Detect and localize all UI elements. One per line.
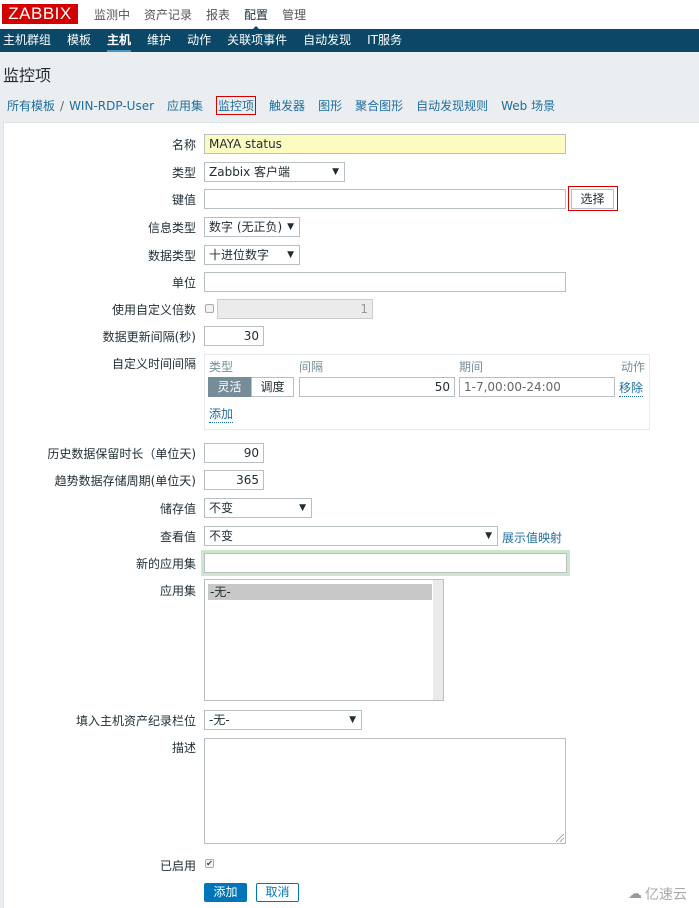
tab-screens[interactable]: 聚合图形	[355, 97, 403, 114]
custom-intervals-label: 自定义时间间隔	[111, 357, 196, 371]
header-action: 动作	[620, 360, 645, 374]
chevron-down-icon: ▼	[287, 222, 294, 232]
breadcrumb-separator: /	[60, 98, 65, 113]
applications-label: 应用集	[159, 584, 196, 598]
page-title: 监控项	[3, 66, 52, 85]
menu-monitoring[interactable]: 监测中	[94, 6, 130, 23]
show-value-value: 不变	[209, 529, 234, 543]
top-bar: ZABBIX 监测中 资产记录 报表 配置 管理	[0, 0, 699, 31]
show-value-label: 查看值	[159, 530, 196, 544]
type-scheduling-button[interactable]: 调度	[251, 377, 294, 397]
key-label: 键值	[171, 193, 196, 207]
inventory-field-label: 填入主机资产纪录栏位	[75, 714, 196, 728]
trends-input[interactable]: 365	[204, 470, 264, 490]
enabled-checkbox[interactable]: ✔	[205, 859, 214, 868]
history-label: 历史数据保留时长（单位天)	[47, 447, 196, 461]
interval-input[interactable]: 50	[299, 377, 455, 397]
add-button[interactable]: 添加	[204, 883, 247, 902]
new-application-label: 新的应用集	[135, 557, 196, 571]
info-type-label: 信息类型	[147, 221, 196, 235]
resize-grip-icon[interactable]	[556, 834, 564, 842]
add-interval-link[interactable]: 添加	[209, 405, 234, 423]
description-label: 描述	[171, 741, 196, 755]
data-type-value: 十进位数字	[209, 248, 270, 262]
name-input[interactable]: MAYA status	[204, 134, 566, 154]
description-textarea[interactable]	[204, 738, 566, 844]
type-flexible-button[interactable]: 灵活	[208, 377, 251, 397]
chevron-down-icon: ▼	[287, 250, 294, 260]
type-select-value: Zabbix 客户端	[209, 165, 291, 179]
inventory-field-select[interactable]: -无- ▼	[204, 710, 362, 730]
data-type-select[interactable]: 十进位数字 ▼	[204, 245, 300, 265]
chevron-down-icon: ▼	[332, 167, 339, 177]
subnav-correlation[interactable]: 关联项事件	[227, 29, 287, 52]
subnav-actions[interactable]: 动作	[187, 29, 211, 52]
subnav-discovery[interactable]: 自动发现	[303, 29, 351, 52]
main-menu: 监测中 资产记录 报表 配置 管理	[94, 6, 320, 31]
subnav-it-services[interactable]: IT服务	[367, 29, 402, 52]
tab-graphs[interactable]: 图形	[318, 97, 342, 114]
store-value-label: 储存值	[159, 502, 196, 516]
host-tabs: 所有模板 / WIN-RDP-User 应用集 监控项 触发器 图形 聚合图形 …	[7, 96, 568, 115]
name-label: 名称	[171, 138, 196, 152]
inventory-field-value: -无-	[209, 713, 230, 727]
type-label: 类型	[171, 166, 196, 180]
units-input[interactable]	[204, 272, 566, 292]
store-value-select[interactable]: 不变 ▼	[204, 498, 312, 518]
show-value-select[interactable]: 不变 ▼	[204, 526, 498, 546]
multiplier-input[interactable]: 1	[217, 299, 373, 319]
subnav-templates[interactable]: 模板	[67, 29, 91, 52]
breadcrumb-all-templates[interactable]: 所有模板	[7, 97, 55, 114]
key-input[interactable]	[204, 189, 566, 209]
type-select[interactable]: Zabbix 客户端 ▼	[204, 162, 345, 182]
multiplier-checkbox[interactable]	[205, 304, 214, 313]
zabbix-logo[interactable]: ZABBIX	[2, 4, 78, 24]
remove-interval-link[interactable]: 移除	[619, 379, 644, 397]
multiplier-label: 使用自定义倍数	[111, 303, 196, 317]
chevron-down-icon: ▼	[299, 503, 306, 513]
data-type-label: 数据类型	[147, 249, 196, 263]
application-option[interactable]: -无-	[208, 584, 432, 600]
applications-listbox[interactable]: -无-	[204, 579, 444, 701]
value-mapping-link[interactable]: 展示值映射	[502, 529, 562, 546]
trends-label: 趋势数据存储周期(单位天)	[54, 474, 196, 488]
enabled-label: 已启用	[159, 859, 196, 873]
custom-intervals-table: 类型 间隔 期间 动作 灵活 调度 50 1-7,00:00-24:00 移除 …	[204, 354, 650, 430]
update-interval-label: 数据更新间隔(秒)	[102, 330, 196, 344]
tab-applications[interactable]: 应用集	[167, 97, 203, 114]
key-select-button[interactable]: 选择	[571, 189, 614, 209]
units-label: 单位	[171, 276, 196, 290]
tab-web-scenarios[interactable]: Web 场景	[501, 97, 555, 114]
cancel-button[interactable]: 取消	[256, 883, 299, 902]
menu-reports[interactable]: 报表	[206, 6, 230, 23]
subnav-host-groups[interactable]: 主机群组	[3, 29, 51, 52]
tab-discovery-rules[interactable]: 自动发现规则	[416, 97, 488, 114]
menu-administration[interactable]: 管理	[282, 6, 306, 23]
menu-configuration[interactable]: 配置	[244, 6, 268, 31]
item-form: 名称 MAYA status 类型 Zabbix 客户端 ▼ 键值 选择 信息类…	[3, 122, 699, 908]
chevron-down-icon: ▼	[349, 715, 356, 725]
watermark-text: 亿速云	[645, 887, 687, 903]
listbox-scrollbar[interactable]	[433, 580, 443, 700]
breadcrumb-host[interactable]: WIN-RDP-User	[69, 99, 154, 113]
header-type: 类型	[209, 360, 234, 374]
menu-inventory[interactable]: 资产记录	[144, 6, 192, 23]
header-period: 期间	[459, 360, 484, 374]
chevron-down-icon: ▼	[485, 531, 492, 541]
update-interval-input[interactable]: 30	[204, 326, 264, 346]
info-type-select[interactable]: 数字 (无正负) ▼	[204, 217, 300, 237]
subnav-hosts[interactable]: 主机	[107, 29, 132, 52]
new-application-input[interactable]	[204, 553, 567, 573]
watermark: ☁ 亿速云	[628, 884, 687, 904]
tab-triggers[interactable]: 触发器	[269, 97, 305, 114]
tab-items[interactable]: 监控项	[216, 96, 257, 115]
subnav-maintenance[interactable]: 维护	[147, 29, 171, 52]
cloud-logo-icon: ☁	[628, 886, 642, 902]
sub-navigation: 主机群组 模板 主机 维护 动作 关联项事件 自动发现 IT服务	[0, 29, 699, 52]
period-input[interactable]: 1-7,00:00-24:00	[459, 377, 615, 397]
store-value-value: 不变	[209, 501, 234, 515]
history-input[interactable]: 90	[204, 443, 264, 463]
header-interval: 间隔	[299, 360, 324, 374]
info-type-value: 数字 (无正负)	[209, 220, 283, 234]
